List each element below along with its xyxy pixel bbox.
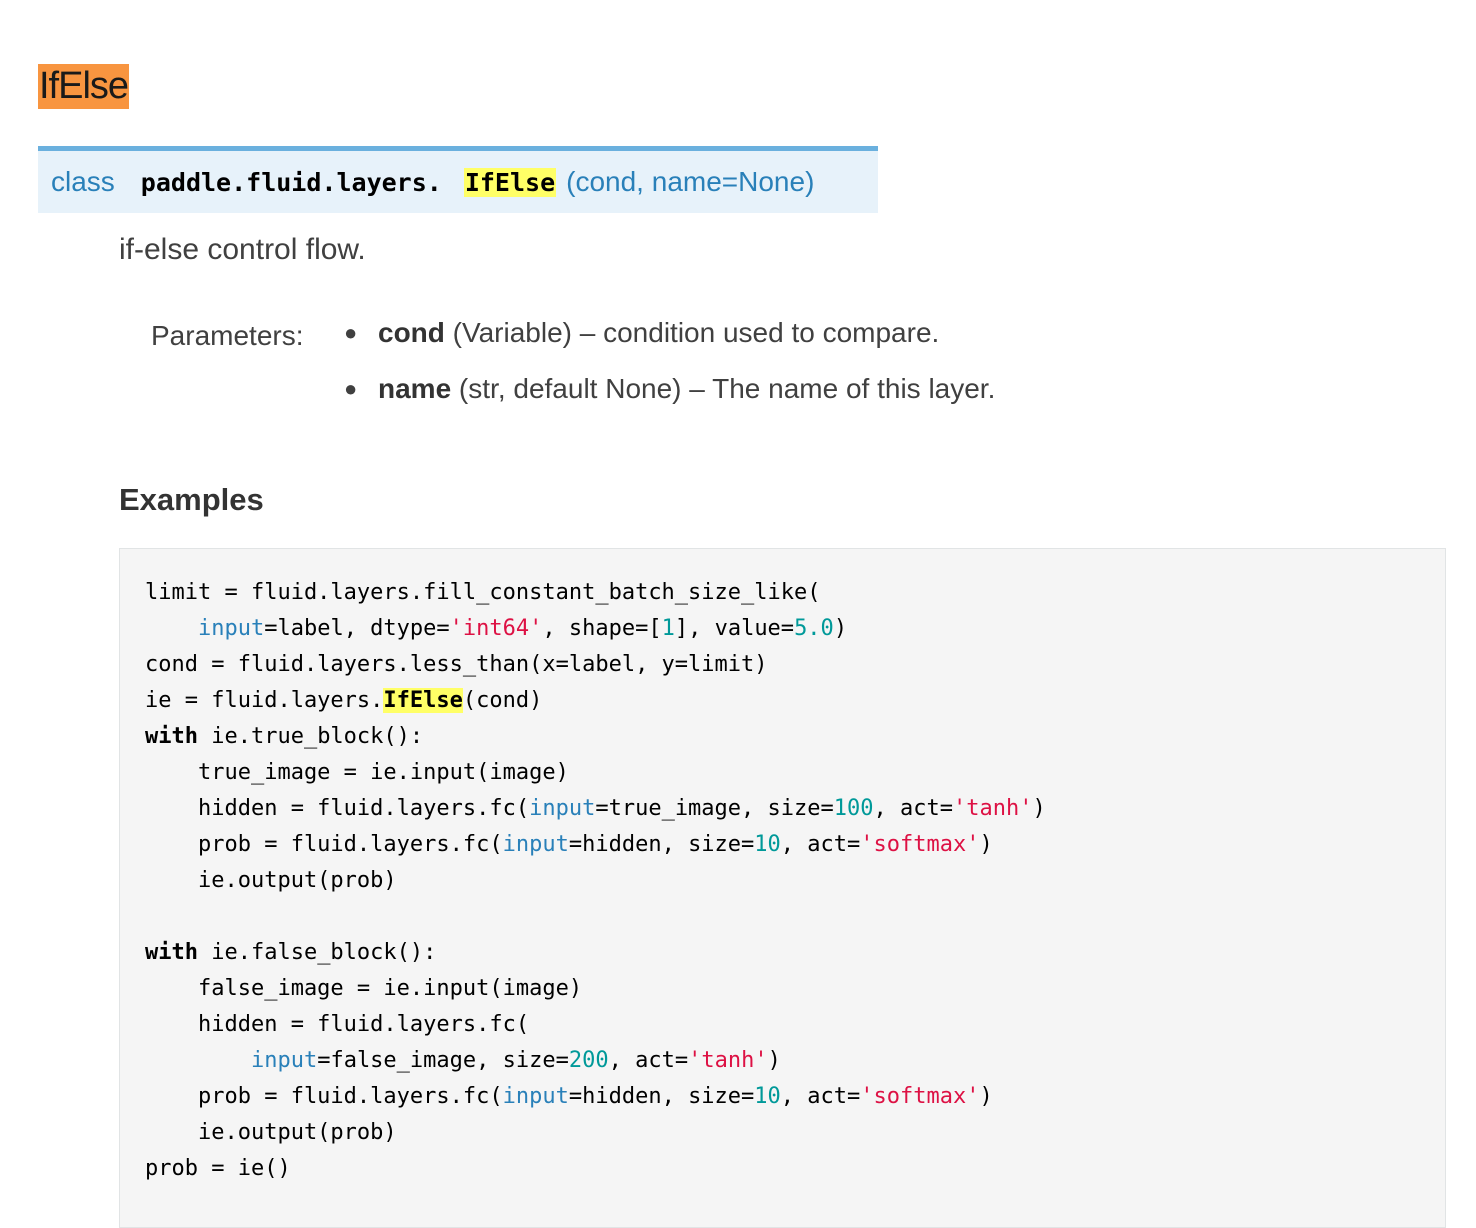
signature-class-name: IfElse — [463, 167, 557, 197]
signature-keyword: class — [51, 166, 115, 197]
code-line: with ie.false_block(): — [145, 940, 437, 965]
parameter-detail: (Variable) – condition used to compare. — [444, 317, 940, 348]
parameters-label: Parameters: — [151, 320, 304, 351]
code-line: prob = ie() — [145, 1156, 291, 1181]
code-line: hidden = fluid.layers.fc( — [145, 1012, 530, 1037]
code-line: false_image = ie.input(image) — [145, 976, 583, 1001]
code-line: hidden = fluid.layers.fc(input=true_imag… — [145, 796, 1046, 821]
class-description: if-else control flow. — [119, 233, 366, 266]
code-line: prob = fluid.layers.fc(input=hidden, siz… — [145, 832, 993, 857]
parameter-item: ● name (str, default None) – The name of… — [344, 369, 995, 409]
code-line: true_image = ie.input(image) — [145, 760, 569, 785]
page-title: IfElse — [38, 64, 129, 110]
class-signature: class paddle.fluid.layers. IfElse (cond,… — [38, 146, 878, 213]
code-line: input=label, dtype='int64', shape=[1], v… — [197, 616, 848, 641]
code-line: with ie.true_block(): — [145, 724, 424, 749]
signature-args: (cond, name=None) — [566, 166, 815, 197]
examples-heading: Examples — [119, 482, 264, 517]
parameter-detail: (str, default None) – The name of this l… — [451, 373, 996, 404]
code-line: ie.output(prob) — [145, 868, 397, 893]
signature-module-path: paddle.fluid.layers. — [140, 167, 442, 197]
code-text[interactable]: limit = fluid.layers.fill_constant_batch… — [145, 575, 1445, 1187]
code-line: ie = fluid.layers.IfElse(cond) — [145, 688, 543, 713]
code-line: cond = fluid.layers.less_than(x=label, y… — [145, 652, 768, 677]
code-line: input=false_image, size=200, act='tanh') — [250, 1048, 781, 1073]
bullet-icon: ● — [344, 376, 358, 401]
parameter-name: cond — [378, 317, 445, 348]
code-line: prob = fluid.layers.fc(input=hidden, siz… — [145, 1084, 993, 1109]
code-line: limit = fluid.layers.fill_constant_batch… — [145, 580, 821, 605]
parameter-name: name — [378, 373, 452, 404]
code-line: ie.output(prob) — [145, 1120, 397, 1145]
parameters-list: ● cond (Variable) – condition used to co… — [344, 313, 995, 425]
parameter-item: ● cond (Variable) – condition used to co… — [344, 313, 995, 353]
code-example[interactable]: limit = fluid.layers.fill_constant_batch… — [119, 548, 1446, 1228]
bullet-icon: ● — [344, 320, 358, 345]
search-highlight: IfElse — [383, 688, 463, 713]
